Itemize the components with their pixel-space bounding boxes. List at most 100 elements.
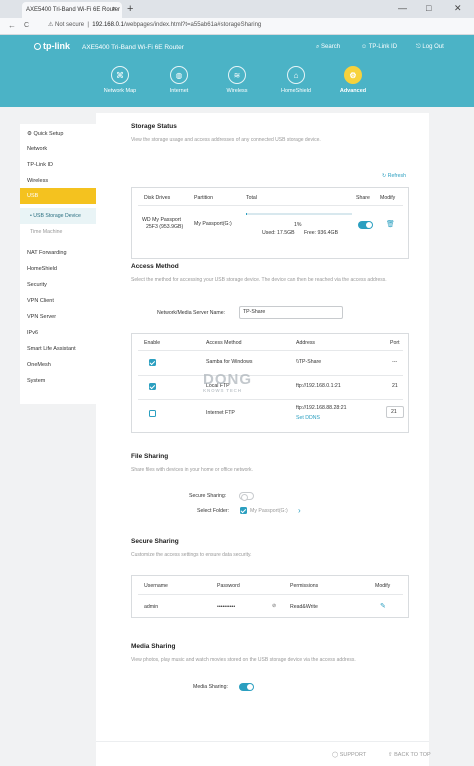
server-name-label: Network/Media Server Name: <box>157 310 226 316</box>
media-sharing-toggle[interactable] <box>239 683 254 691</box>
back-to-top-label: BACK TO TOP <box>394 752 431 758</box>
sidebar-item-tplink-id[interactable]: TP-Link ID <box>20 157 96 173</box>
sidebar-item-usb-storage-device[interactable]: • USB Storage Device <box>20 208 96 224</box>
sidebar-item-system[interactable]: System <box>20 373 96 389</box>
support-icon: ◯ <box>332 752 340 758</box>
trash-icon[interactable]: 🗑 <box>386 220 395 228</box>
nav-advanced[interactable]: ⚙ Advanced <box>323 66 383 94</box>
share-toggle[interactable] <box>358 221 373 229</box>
usage-bar <box>246 213 352 215</box>
sidebar-item-nat-forwarding[interactable]: NAT Forwarding <box>20 245 96 261</box>
sidebar-item-wireless[interactable]: Wireless <box>20 173 96 189</box>
sidebar-item-vpn-server[interactable]: VPN Server <box>20 309 96 325</box>
col-partition: Partition <box>194 195 214 201</box>
nav-label: Network Map <box>103 88 137 94</box>
sidebar-item-network[interactable]: Network <box>20 141 96 157</box>
back-icon[interactable]: ← <box>8 21 16 30</box>
warning-icon: ⚠ <box>48 22 56 28</box>
tab-close-icon[interactable]: × <box>112 6 116 13</box>
sidebar-item-quick-setup[interactable]: ⚙ Quick Setup <box>20 126 96 142</box>
password-value: •••••••••• <box>217 604 236 610</box>
col-access-method: Access Method <box>206 340 242 346</box>
secure-sharing-label: Secure Sharing: <box>189 493 227 499</box>
tplink-logo[interactable]: tp-link <box>34 41 70 51</box>
logo-icon <box>34 43 41 51</box>
folder-value: My Passport(G:) <box>250 508 288 514</box>
home-shield-icon: ⌂ <box>287 66 305 84</box>
secure-sharing-toggle[interactable] <box>239 492 254 501</box>
reload-icon[interactable]: C <box>24 22 29 29</box>
logout-label: Log Out <box>422 44 444 50</box>
user-icon: ☺ <box>361 44 369 50</box>
nav-wireless[interactable]: ≋ Wireless <box>207 66 267 94</box>
select-folder-label: Select Folder: <box>197 508 230 514</box>
storage-status-desc: View the storage usage and access addres… <box>131 137 321 143</box>
eye-off-icon[interactable]: ⊘ <box>272 603 276 609</box>
url-host: 192.168.0.1 <box>92 22 124 28</box>
col-username: Username <box>144 583 168 589</box>
port-samba: --- <box>392 359 398 365</box>
sidebar-item-smart-life-assistant[interactable]: Smart Life Assistant <box>20 341 96 357</box>
set-ddns-link[interactable]: Set DDNS <box>296 415 320 421</box>
free-space: Free: 936.4GB <box>304 230 339 236</box>
refresh-label: Refresh <box>387 173 406 179</box>
nav-label: Internet <box>169 88 189 94</box>
chevron-right-icon[interactable]: › <box>298 506 301 515</box>
media-sharing-label: Media Sharing: <box>193 684 228 690</box>
access-method-table: Enable Access Method Address Port Samba … <box>131 333 409 433</box>
support-link[interactable]: ◯ SUPPORT <box>332 752 366 758</box>
partition-name: My Passport(G:) <box>194 221 232 227</box>
enable-local-ftp-checkbox[interactable] <box>149 383 156 390</box>
minimize-icon[interactable]: — <box>398 3 407 13</box>
sidebar-item-vpn-client[interactable]: VPN Client <box>20 293 96 309</box>
search-label: Search <box>321 44 341 50</box>
col-modify: Modify <box>380 195 396 201</box>
wifi-icon: ≋ <box>228 66 246 84</box>
folder-checkbox[interactable] <box>240 507 247 514</box>
nav-homeshield[interactable]: ⌂ HomeShield <box>266 66 326 94</box>
divider <box>138 350 403 351</box>
sidebar-item-time-machine[interactable]: Time Machine <box>20 224 96 240</box>
nav-network-map[interactable]: ⌘ Network Map <box>90 66 150 94</box>
sidebar-item-security[interactable]: Security <box>20 277 96 293</box>
new-tab-icon[interactable]: + <box>127 3 133 15</box>
disk-size: 25F3 (953.9GB) <box>146 224 184 230</box>
logout-button[interactable]: ⎋ Log Out <box>416 44 444 51</box>
enable-samba-checkbox[interactable] <box>149 359 156 366</box>
back-to-top-link[interactable]: ⇧ BACK TO TOP <box>388 752 431 758</box>
footer: ◯ SUPPORT ⇧ BACK TO TOP <box>96 741 431 766</box>
file-sharing-title: File Sharing <box>131 453 169 460</box>
col-permissions: Permissions <box>290 583 319 589</box>
maximize-icon[interactable]: □ <box>426 3 431 13</box>
url-field[interactable]: ⚠ Not secure | 192.168.0.1/webpages/inde… <box>48 21 261 28</box>
server-name-input[interactable]: TP-Share <box>239 306 343 319</box>
username-value: admin <box>144 604 159 610</box>
access-method-title: Access Method <box>131 263 179 270</box>
support-label: SUPPORT <box>339 752 367 758</box>
secure-sharing-table: Username Password Permissions Modify adm… <box>131 575 409 618</box>
refresh-button[interactable]: ↻ Refresh <box>382 173 406 179</box>
sidebar-item-ipv6[interactable]: IPv6 <box>20 325 96 341</box>
method-samba: Samba for Windows <box>206 359 253 365</box>
edit-icon[interactable]: ✎ <box>380 602 386 610</box>
col-total: Total <box>246 195 257 201</box>
secure-sharing-title: Secure Sharing <box>131 538 179 545</box>
watermark-subtext: KNOWS TECH <box>203 388 242 393</box>
browser-tab[interactable]: AXE5400 Tri-Band Wi-Fi 6E Router <box>22 2 122 18</box>
divider <box>138 594 403 595</box>
enable-internet-ftp-checkbox[interactable] <box>149 410 156 417</box>
media-sharing-title: Media Sharing <box>131 643 176 650</box>
nav-internet[interactable]: ◍ Internet <box>149 66 209 94</box>
sidebar-item-onemesh[interactable]: OneMesh <box>20 357 96 373</box>
sidebar-item-homeshield[interactable]: HomeShield <box>20 261 96 277</box>
product-name: AXE5400 Tri-Band Wi-Fi 6E Router <box>82 44 184 51</box>
close-window-icon[interactable]: ✕ <box>454 3 462 14</box>
internet-ftp-port-input[interactable]: 21 <box>386 406 404 418</box>
col-address: Address <box>296 340 316 346</box>
col-enable: Enable <box>144 340 161 346</box>
sidebar-item-usb[interactable]: USB <box>20 188 96 204</box>
tplink-id-button[interactable]: ☺ TP-Link ID <box>361 44 397 50</box>
search-button[interactable]: ⌕ Search <box>316 44 340 51</box>
access-method-desc: Select the method for accessing your USB… <box>131 277 387 283</box>
col-modify: Modify <box>375 583 391 589</box>
